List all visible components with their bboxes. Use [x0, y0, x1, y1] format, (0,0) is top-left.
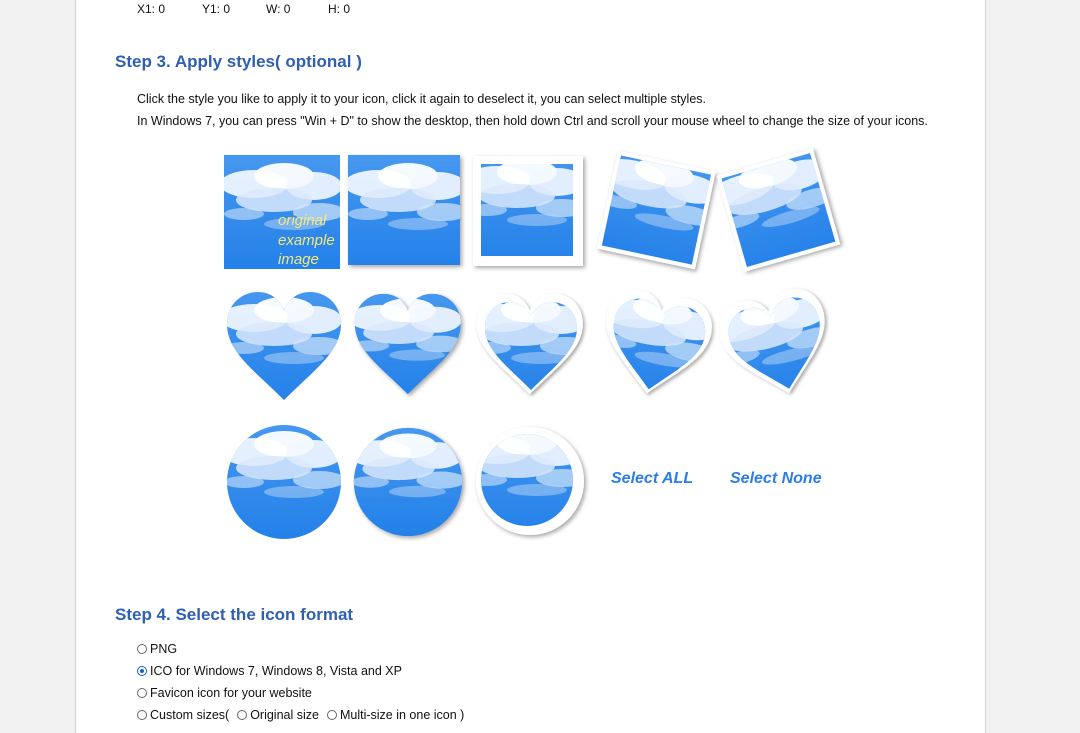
style-square-tilted-right[interactable] — [596, 150, 716, 274]
step3-instruction-2: In Windows 7, you can press "Win + D" to… — [137, 114, 928, 128]
format-option-custom[interactable]: Custom sizes( Original size Multi-size i… — [137, 708, 464, 722]
style-square-white-border[interactable] — [471, 154, 591, 274]
h-readout: H: 0 — [328, 2, 351, 16]
format-option-favicon[interactable]: Favicon icon for your website — [137, 686, 312, 700]
custom-radio[interactable] — [137, 710, 147, 720]
style-original-square[interactable]: original example image — [224, 154, 344, 274]
example-caption-3: image — [278, 251, 319, 268]
y1-readout: Y1: 0 — [202, 2, 231, 16]
style-heart-tilted-right[interactable] — [594, 285, 717, 408]
favicon-label: Favicon icon for your website — [150, 686, 312, 700]
example-caption-2: example — [278, 232, 335, 249]
step3-heading: Step 3. Apply styles( optional ) — [115, 52, 362, 71]
step4-heading: Step 4. Select the icon format — [115, 605, 354, 624]
multi-size-label: Multi-size in one icon ) — [339, 708, 465, 722]
select-none-link[interactable]: Select None — [730, 470, 822, 488]
custom-label: Custom sizes( — [150, 708, 230, 722]
format-option-png[interactable]: PNG — [137, 642, 177, 656]
favicon-radio[interactable] — [137, 688, 147, 698]
style-circle-shadow[interactable] — [348, 422, 468, 542]
png-label: PNG — [150, 642, 178, 656]
style-heart-tilted-left[interactable] — [713, 282, 841, 408]
original-size-radio[interactable] — [237, 710, 248, 720]
style-circle-white-border[interactable] — [471, 422, 591, 542]
png-radio[interactable] — [137, 644, 147, 654]
ico-label: ICO for Windows 7, Windows 8, Vista and … — [150, 664, 402, 678]
ico-radio[interactable] — [137, 666, 147, 676]
style-square-shadow[interactable] — [348, 154, 468, 274]
x1-readout: X1: 0 — [137, 2, 166, 16]
format-option-ico[interactable]: ICO for Windows 7, Windows 8, Vista and … — [137, 664, 402, 678]
style-heart-white-border[interactable] — [471, 288, 591, 408]
style-heart-shadow[interactable] — [348, 288, 468, 408]
style-heart[interactable] — [224, 288, 344, 408]
step3-instruction-1: Click the style you like to apply it to … — [137, 92, 707, 106]
multi-size-radio[interactable] — [326, 710, 337, 720]
original-size-label: Original size — [250, 708, 319, 722]
style-circle[interactable] — [224, 422, 344, 542]
style-square-tilted-left[interactable] — [716, 148, 841, 274]
example-caption-1: original — [278, 212, 327, 229]
w-readout: W: 0 — [266, 2, 291, 16]
select-all-link[interactable]: Select ALL — [611, 470, 693, 488]
page: X1: 0 Y1: 0 W: 0 H: 0 Step 3. Apply styl… — [75, 0, 986, 733]
